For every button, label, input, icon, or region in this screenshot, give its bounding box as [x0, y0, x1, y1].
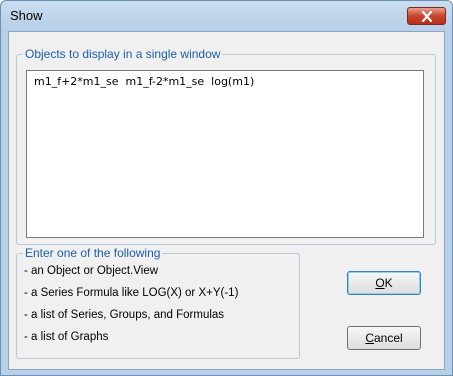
title-bar[interactable]: Show — [1, 1, 452, 31]
hint-groupbox: Enter one of the following - an Object o… — [16, 246, 300, 359]
objects-input[interactable]: m1_f+2*m1_se m1_f-2*m1_se log(m1) — [26, 70, 424, 238]
hint-group-label: Enter one of the following — [23, 246, 163, 260]
hint-item: - a list of Graphs — [24, 331, 109, 343]
cancel-button-mnemonic: C — [365, 331, 374, 345]
hint-item: - a list of Series, Groups, and Formulas — [24, 309, 225, 321]
ok-button-label: K — [384, 276, 393, 290]
show-dialog: Show Objects to display in a single wind… — [0, 0, 453, 376]
objects-groupbox: Objects to display in a single window m1… — [16, 47, 436, 245]
objects-group-label: Objects to display in a single window — [23, 47, 223, 61]
hint-item: - a Series Formula like LOG(X) or X+Y(-1… — [24, 287, 239, 299]
dialog-client-area: Objects to display in a single window m1… — [8, 31, 445, 370]
close-icon — [421, 11, 433, 22]
ok-button[interactable]: OK — [347, 271, 421, 295]
window-title: Show — [10, 8, 43, 23]
cancel-button-label: ancel — [373, 331, 403, 345]
cancel-button[interactable]: Cancel — [347, 326, 421, 350]
ok-button-mnemonic: O — [375, 276, 385, 290]
hint-item: - an Object or Object.View — [24, 265, 159, 277]
close-button[interactable] — [407, 7, 446, 25]
